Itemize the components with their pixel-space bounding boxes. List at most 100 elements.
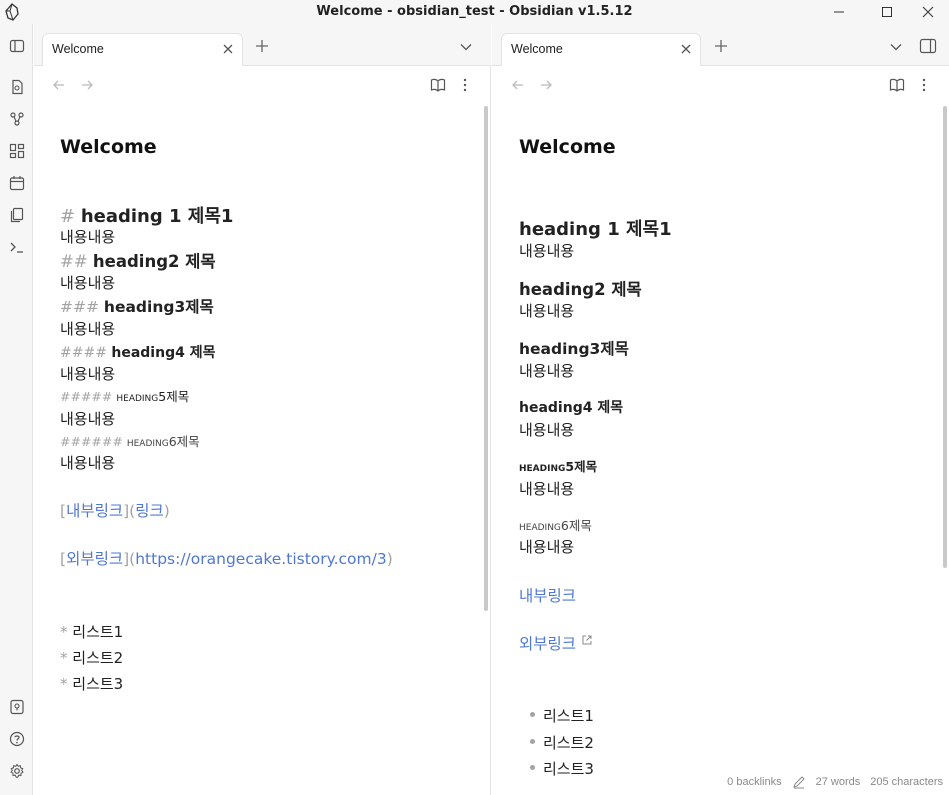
heading-2-line[interactable]: ## heading2 제목 <box>60 248 216 272</box>
daily-note-button[interactable] <box>0 169 33 197</box>
list-item: 리스트3 <box>530 758 594 779</box>
left-ribbon <box>0 24 33 795</box>
list-item-source[interactable]: * 리스트2 <box>60 647 123 668</box>
chevron-down-icon[interactable] <box>458 39 474 55</box>
left-tab-bar: Welcome <box>34 24 491 66</box>
list-item-source[interactable]: * 리스트3 <box>60 673 123 694</box>
new-tab-icon[interactable] <box>713 38 729 54</box>
close-tab-icon[interactable] <box>678 41 694 57</box>
inline-title: Welcome <box>60 136 157 158</box>
files-icon <box>11 79 23 95</box>
left-sidebar-toggle[interactable] <box>0 32 33 60</box>
body-line[interactable]: 내용내용 <box>60 272 115 293</box>
templates-icon <box>10 207 23 223</box>
minimize-icon <box>834 11 844 13</box>
canvas-button[interactable] <box>0 137 33 165</box>
heading-5-line[interactable]: ##### heading5제목 <box>60 386 189 405</box>
sidebar-left-icon <box>9 39 24 53</box>
close-icon <box>922 6 934 18</box>
bullet-icon <box>530 765 535 770</box>
external-link-icon <box>582 635 592 645</box>
command-palette-button[interactable] <box>0 233 33 261</box>
tab-label: Welcome <box>511 42 563 56</box>
graph-icon <box>9 112 24 126</box>
settings-icon <box>9 763 24 778</box>
reading-view-icon[interactable] <box>889 77 905 93</box>
body-text: 내용내용 <box>519 242 575 260</box>
heading-1: heading 1 제목1 <box>519 219 672 240</box>
quick-switcher-button[interactable] <box>0 73 33 101</box>
tab-welcome-right[interactable]: Welcome <box>501 33 701 66</box>
close-window-button[interactable] <box>907 0 949 24</box>
tab-label: Welcome <box>52 42 104 56</box>
reading-view-icon[interactable] <box>430 77 446 93</box>
forward-arrow-icon[interactable] <box>538 77 554 93</box>
window-title: Welcome - obsidian_test - Obsidian v1.5.… <box>316 4 633 19</box>
bullet-icon <box>530 739 535 744</box>
templates-button[interactable] <box>0 201 33 229</box>
open-vault-button[interactable] <box>0 693 33 721</box>
minimize-button[interactable] <box>818 0 860 24</box>
heading-4: heading4 제목 <box>519 400 624 416</box>
body-text: 내용내용 <box>519 421 575 439</box>
heading-2: heading2 제목 <box>519 280 642 299</box>
character-count: 205 characters <box>870 776 943 788</box>
status-bar: 0 backlinks 27 words 205 characters <box>727 775 943 789</box>
editor-pane: Welcome # heading 1 제목1 내용내용 ## heading2… <box>34 66 491 795</box>
internal-link-source[interactable]: [내부링크](링크) <box>60 499 170 521</box>
editor-scrollbar[interactable] <box>484 106 488 611</box>
heading-6-line[interactable]: ###### heading6제목 <box>60 431 200 450</box>
settings-button[interactable] <box>0 757 33 785</box>
title-bar: Welcome - obsidian_test - Obsidian v1.5.… <box>0 0 949 24</box>
new-tab-icon[interactable] <box>254 38 270 54</box>
forward-arrow-icon[interactable] <box>79 77 95 93</box>
right-tab-bar: Welcome <box>492 24 949 66</box>
more-options-icon[interactable] <box>457 77 473 93</box>
back-arrow-icon[interactable] <box>510 77 526 93</box>
heading-1-line[interactable]: # heading 1 제목1 <box>60 202 233 228</box>
body-text: 내용내용 <box>519 362 575 380</box>
body-line[interactable]: 내용내용 <box>60 408 115 429</box>
list-item: 리스트1 <box>530 705 594 726</box>
list-item: 리스트2 <box>530 732 594 753</box>
vault-icon <box>9 699 24 715</box>
heading-6: heading6제목 <box>519 518 592 533</box>
more-options-icon[interactable] <box>916 77 932 93</box>
tab-welcome-left[interactable]: Welcome <box>42 33 243 66</box>
body-line[interactable]: 내용내용 <box>60 318 115 339</box>
preview-scrollbar[interactable] <box>943 106 947 568</box>
heading-3-line[interactable]: ### heading3제목 <box>60 295 214 317</box>
external-link-source[interactable]: [외부링크](https://orangecake.tistory.com/3) <box>60 547 393 569</box>
body-line[interactable]: 내용내용 <box>60 452 115 473</box>
backlinks-count[interactable]: 0 backlinks <box>727 776 781 788</box>
heading-3: heading3제목 <box>519 340 629 358</box>
obsidian-logo-icon[interactable] <box>4 3 20 21</box>
help-button[interactable] <box>0 725 33 753</box>
graph-view-button[interactable] <box>0 105 33 133</box>
internal-link[interactable]: 내부링크 <box>519 584 576 606</box>
body-line[interactable]: 내용내용 <box>60 363 115 384</box>
word-count: 27 words <box>815 776 861 788</box>
back-arrow-icon[interactable] <box>51 77 67 93</box>
external-link[interactable]: 외부링크 <box>519 632 593 654</box>
terminal-icon <box>10 242 23 253</box>
body-line[interactable]: 내용내용 <box>60 226 115 247</box>
maximize-icon <box>882 7 892 17</box>
chevron-down-icon[interactable] <box>888 39 904 55</box>
preview-pane: Welcome heading 1 제목1 내용내용 heading2 제목 내… <box>492 66 949 795</box>
body-text: 내용내용 <box>519 302 575 320</box>
edit-pencil-icon[interactable] <box>792 775 806 789</box>
maximize-button[interactable] <box>866 0 908 24</box>
canvas-icon <box>9 143 24 159</box>
sidebar-right-icon[interactable] <box>919 37 937 55</box>
bullet-icon <box>530 712 535 717</box>
inline-title: Welcome <box>519 136 616 158</box>
heading-4-line[interactable]: #### heading4 제목 <box>60 342 215 362</box>
calendar-icon <box>9 176 24 191</box>
help-icon <box>9 731 24 747</box>
list-item-source[interactable]: * 리스트1 <box>60 621 123 642</box>
body-text: 내용내용 <box>519 538 575 556</box>
close-tab-icon[interactable] <box>220 41 236 57</box>
heading-5: heading5제목 <box>519 459 598 474</box>
body-text: 내용내용 <box>519 480 575 498</box>
